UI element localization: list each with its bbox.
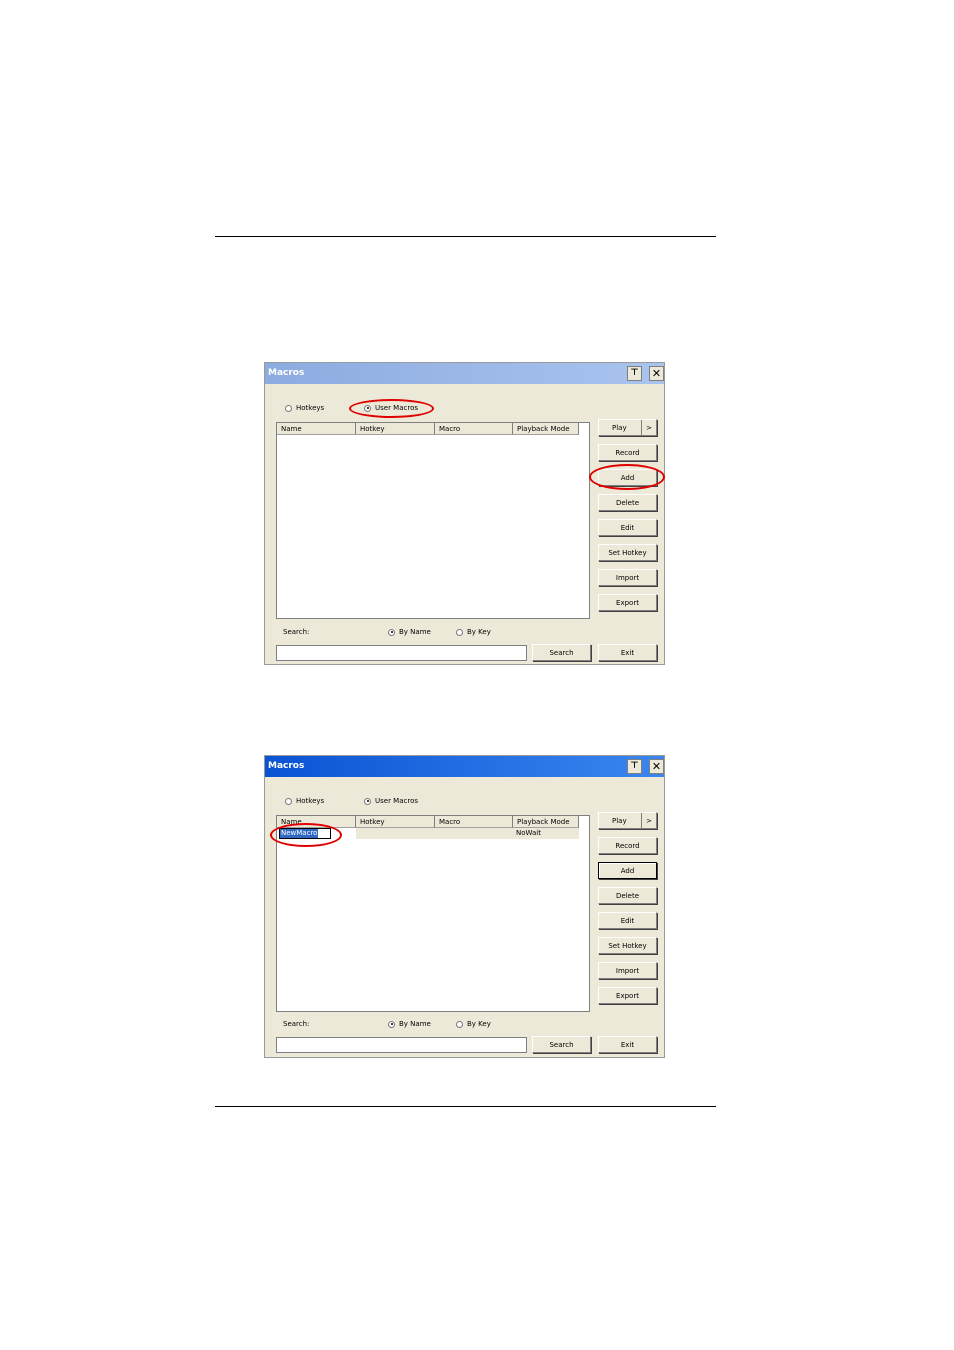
column-hotkey[interactable]: Hotkey bbox=[356, 423, 435, 435]
radio-circle-selected bbox=[388, 628, 395, 636]
edit-button[interactable]: Edit bbox=[598, 519, 657, 536]
cell-playback-mode: NoWait bbox=[513, 828, 579, 839]
radio-circle-selected bbox=[388, 1020, 395, 1028]
set-hotkey-button[interactable]: Set Hotkey bbox=[598, 544, 657, 561]
delete-button[interactable]: Delete bbox=[598, 887, 657, 904]
macros-dialog-2: Macros ⊤ ✕ Hotkeys User Macros Name Hotk… bbox=[264, 755, 665, 1058]
search-input[interactable] bbox=[276, 645, 527, 661]
title-bar[interactable]: Macros ⊤ ✕ bbox=[265, 756, 664, 777]
export-button[interactable]: Export bbox=[598, 594, 657, 611]
top-rule bbox=[215, 236, 716, 237]
window-title: Macros bbox=[268, 368, 305, 378]
radio-hotkeys[interactable]: Hotkeys bbox=[285, 797, 324, 805]
radio-label: Hotkeys bbox=[296, 404, 325, 412]
play-button[interactable]: Play > bbox=[598, 419, 657, 436]
radio-circle bbox=[285, 797, 292, 805]
radio-circle bbox=[456, 628, 463, 636]
add-button[interactable]: Add bbox=[598, 862, 657, 879]
play-dropdown-arrow[interactable]: > bbox=[641, 420, 656, 435]
set-hotkey-button[interactable]: Set Hotkey bbox=[598, 937, 657, 954]
column-playback-mode[interactable]: Playback Mode bbox=[513, 816, 579, 828]
record-button[interactable]: Record bbox=[598, 837, 657, 854]
cell-macro bbox=[435, 828, 513, 839]
column-name[interactable]: Name bbox=[277, 423, 356, 435]
column-macro[interactable]: Macro bbox=[435, 423, 513, 435]
radio-label: By Name bbox=[399, 628, 431, 636]
close-button[interactable]: ✕ bbox=[649, 759, 664, 774]
macro-list[interactable]: Name Hotkey Macro Playback Mode bbox=[276, 422, 590, 619]
window-title: Macros bbox=[268, 761, 305, 771]
radio-label: User Macros bbox=[375, 797, 419, 805]
radio-circle-selected bbox=[364, 797, 371, 805]
bottom-rule bbox=[215, 1106, 716, 1107]
radio-label: By Key bbox=[467, 628, 491, 636]
list-header: Name Hotkey Macro Playback Mode bbox=[277, 423, 579, 435]
radio-by-name[interactable]: By Name bbox=[388, 1020, 431, 1028]
column-hotkey[interactable]: Hotkey bbox=[356, 816, 435, 828]
import-button[interactable]: Import bbox=[598, 569, 657, 586]
column-playback-mode[interactable]: Playback Mode bbox=[513, 423, 579, 435]
search-label: Search: bbox=[283, 628, 310, 636]
radio-circle bbox=[285, 404, 292, 412]
close-button[interactable]: ✕ bbox=[649, 366, 664, 381]
import-button[interactable]: Import bbox=[598, 962, 657, 979]
highlight-oval-add bbox=[589, 464, 665, 490]
radio-label: By Name bbox=[399, 1020, 431, 1028]
radio-by-name[interactable]: By Name bbox=[388, 628, 431, 636]
play-button[interactable]: Play > bbox=[598, 812, 657, 829]
search-button[interactable]: Search bbox=[532, 644, 591, 661]
radio-by-key[interactable]: By Key bbox=[456, 628, 491, 636]
radio-label: Hotkeys bbox=[296, 797, 325, 805]
play-label: Play bbox=[612, 423, 627, 432]
cell-hotkey bbox=[356, 828, 435, 839]
radio-by-key[interactable]: By Key bbox=[456, 1020, 491, 1028]
highlight-oval-new-macro bbox=[270, 823, 342, 847]
play-label: Play bbox=[612, 816, 627, 825]
edit-button[interactable]: Edit bbox=[598, 912, 657, 929]
pin-button[interactable]: ⊤ bbox=[627, 366, 642, 381]
search-button[interactable]: Search bbox=[532, 1036, 591, 1053]
delete-button[interactable]: Delete bbox=[598, 494, 657, 511]
radio-hotkeys[interactable]: Hotkeys bbox=[285, 404, 324, 412]
radio-label: By Key bbox=[467, 1020, 491, 1028]
search-label: Search: bbox=[283, 1020, 310, 1028]
record-button[interactable]: Record bbox=[598, 444, 657, 461]
exit-button[interactable]: Exit bbox=[598, 644, 657, 661]
macros-dialog-1: Macros ⊤ ✕ Hotkeys User Macros Name Hotk… bbox=[264, 362, 665, 665]
column-macro[interactable]: Macro bbox=[435, 816, 513, 828]
play-dropdown-arrow[interactable]: > bbox=[641, 813, 656, 828]
exit-button[interactable]: Exit bbox=[598, 1036, 657, 1053]
pin-button[interactable]: ⊤ bbox=[627, 759, 642, 774]
title-bar[interactable]: Macros ⊤ ✕ bbox=[265, 363, 664, 384]
search-input[interactable] bbox=[276, 1037, 527, 1053]
radio-user-macros[interactable]: User Macros bbox=[364, 797, 418, 805]
export-button[interactable]: Export bbox=[598, 987, 657, 1004]
highlight-oval-user-macros bbox=[349, 399, 434, 418]
radio-circle bbox=[456, 1020, 463, 1028]
